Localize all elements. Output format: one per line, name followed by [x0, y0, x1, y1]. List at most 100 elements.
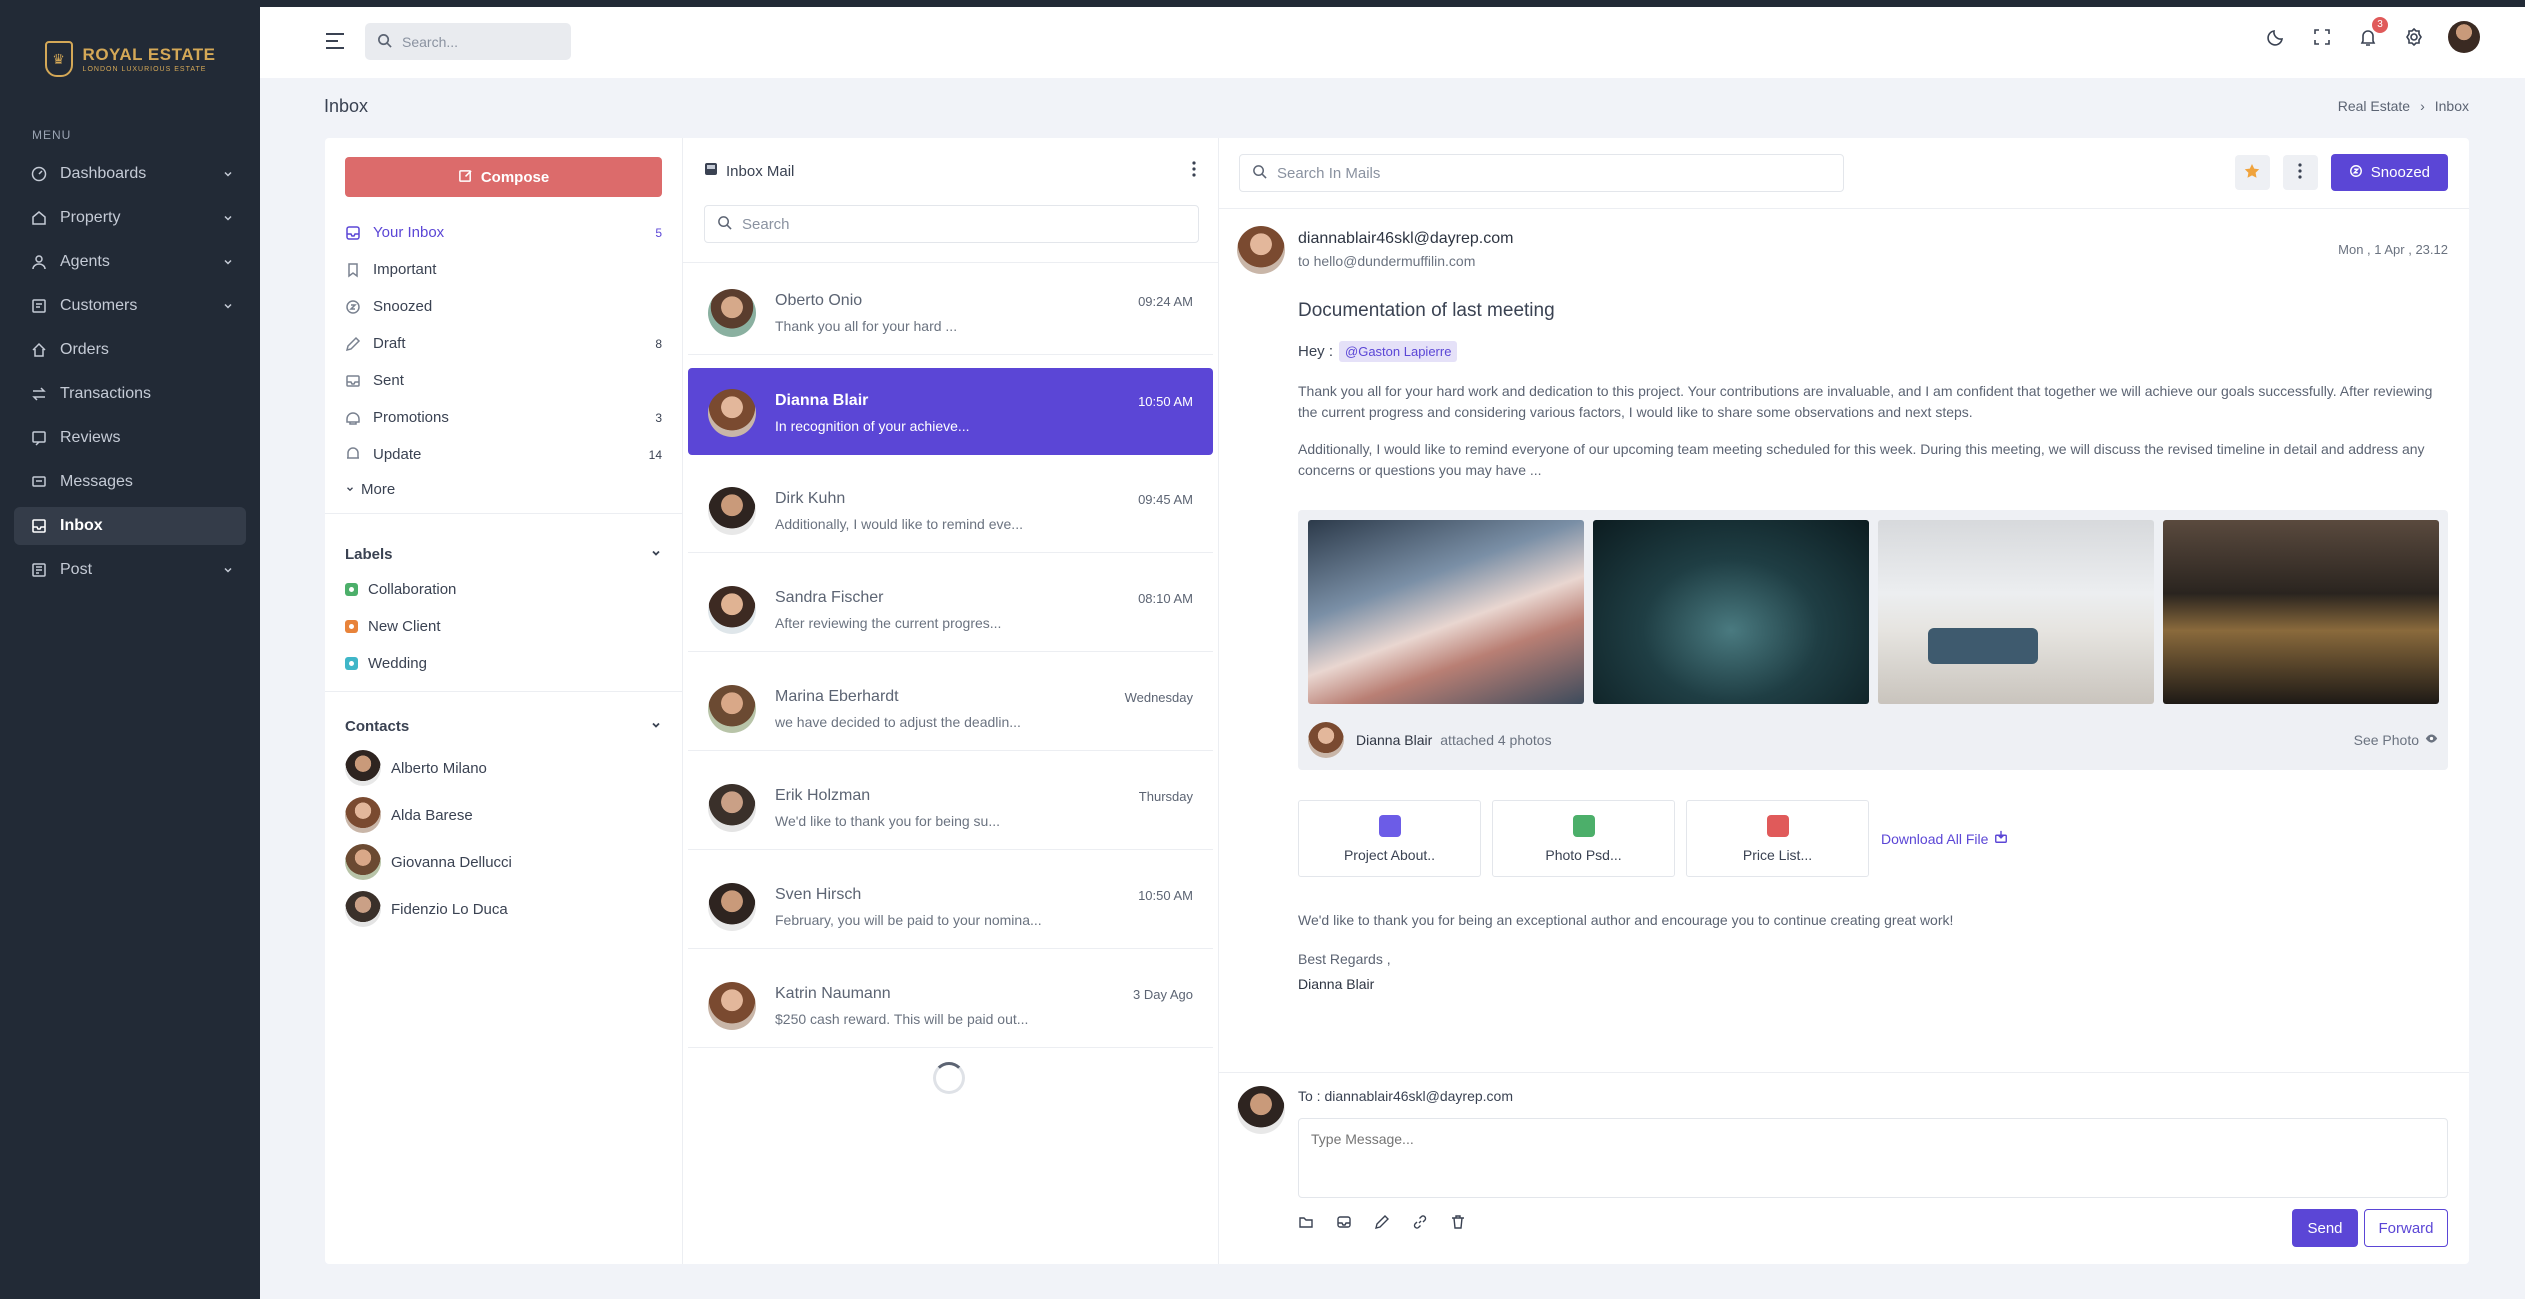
reader-search-placeholder: Search In Mails [1277, 164, 1381, 182]
label-wedding[interactable]: Wedding [345, 655, 427, 672]
sidebar-item-inbox[interactable]: Inbox [14, 507, 246, 545]
mail-list-item[interactable]: Oberto Onio Thank you all for your hard … [688, 268, 1213, 355]
sidebar-item-reviews[interactable]: Reviews [14, 419, 246, 457]
folder-icon[interactable] [1298, 1214, 1314, 1234]
mail-search-placeholder: Search [742, 215, 790, 233]
chevron-down-icon [650, 546, 662, 563]
user-avatar[interactable] [2448, 21, 2480, 53]
pen-icon[interactable] [1374, 1214, 1390, 1234]
more-folders-toggle[interactable]: More [345, 473, 662, 505]
labels-header[interactable]: Labels [345, 546, 662, 563]
document-icon [1378, 814, 1401, 837]
mail-list-item[interactable]: Dirk Kuhn Additionally, I would like to … [688, 466, 1213, 553]
brand-logo[interactable]: ♛ ROYAL ESTATE LONDON LUXURIOUS ESTATE [0, 36, 260, 82]
bell-icon[interactable]: 3 [2356, 17, 2388, 49]
mention-tag[interactable]: @Gaston Lapierre [1339, 341, 1458, 362]
contact-item[interactable]: Alda Barese [345, 797, 473, 833]
reply-message-input[interactable] [1298, 1118, 2448, 1198]
sender-avatar [708, 389, 756, 437]
contacts-header[interactable]: Contacts [345, 718, 662, 735]
fullscreen-icon[interactable] [2310, 25, 2334, 49]
trash-icon[interactable] [1450, 1214, 1466, 1234]
gallery-photo[interactable] [1878, 520, 2154, 704]
brand-name: ROYAL ESTATE [82, 44, 216, 64]
mail-time: 10:50 AM [1138, 888, 1193, 903]
download-all-link[interactable]: Download All File [1881, 830, 2008, 847]
label-text: Collaboration [368, 581, 457, 598]
search-icon [1252, 164, 1267, 183]
eye-icon [2425, 732, 2438, 748]
folders-panel: Compose Your Inbox 5 Important Snoozed D… [325, 138, 683, 1264]
more-options-button[interactable] [2282, 155, 2318, 190]
attachment-file[interactable]: Photo Psd... [1492, 800, 1675, 877]
star-button[interactable] [2234, 155, 2270, 190]
sidebar-item-messages[interactable]: Messages [14, 463, 246, 501]
mail-from: diannablair46skl@dayrep.com [1298, 230, 1514, 247]
snoozed-button[interactable]: Snoozed [2330, 154, 2448, 191]
sidebar-item-transactions[interactable]: Transactions [14, 375, 246, 413]
link-icon[interactable] [1412, 1214, 1428, 1234]
folder-your-inbox[interactable]: Your Inbox 5 [345, 214, 662, 251]
folder-snoozed[interactable]: Snoozed [345, 288, 662, 325]
sidebar-item-post[interactable]: Post [14, 551, 246, 589]
forward-button[interactable]: Forward [2364, 1209, 2448, 1247]
mail-time: Wednesday [1124, 690, 1193, 705]
folder-sent[interactable]: Sent [345, 362, 662, 399]
contact-avatar [345, 891, 381, 927]
sidebar-item-agents[interactable]: Agents [14, 243, 246, 281]
breadcrumb-item[interactable]: Real Estate [2338, 98, 2410, 114]
mail-list-item[interactable]: Sandra Fischer After reviewing the curre… [688, 565, 1213, 652]
folder-important[interactable]: Important [345, 251, 662, 288]
attachment-file[interactable]: Price List... [1686, 800, 1869, 877]
mail-preview: We'd like to thank you for being su... [775, 813, 1000, 829]
mail-list-item[interactable]: Marina Eberhardt we have decided to adju… [688, 664, 1213, 751]
send-button[interactable]: Send [2292, 1209, 2358, 1247]
sidebar-item-orders[interactable]: Orders [14, 331, 246, 369]
contact-item[interactable]: Giovanna Dellucci [345, 844, 512, 880]
compose-button[interactable]: Compose [345, 157, 662, 197]
folder-draft[interactable]: Draft 8 [345, 325, 662, 362]
gear-icon[interactable] [2402, 25, 2426, 49]
label-new-client[interactable]: New Client [345, 618, 441, 635]
gallery-photo[interactable] [2163, 520, 2439, 704]
sender-avatar [708, 586, 756, 634]
folder-update[interactable]: Update 14 [345, 436, 662, 473]
label-color-icon [345, 657, 358, 670]
inbox-card: Compose Your Inbox 5 Important Snoozed D… [325, 138, 2469, 1264]
archive-icon[interactable] [1336, 1214, 1352, 1234]
mail-list-item[interactable]: Katrin Naumann $250 cash reward. This wi… [688, 961, 1213, 1048]
top-search[interactable]: Search... [365, 23, 571, 60]
folder-promotions[interactable]: Promotions 3 [345, 399, 662, 436]
gallery-photo[interactable] [1308, 520, 1584, 704]
more-vertical-icon[interactable] [1187, 161, 1201, 181]
folder-count: 3 [655, 410, 662, 425]
compose-icon [458, 168, 473, 187]
contact-name: Giovanna Dellucci [391, 853, 512, 871]
sidebar-item-label: Transactions [60, 385, 151, 402]
sidebar-item-customers[interactable]: Customers [14, 287, 246, 325]
mail-list-title: Inbox Mail [726, 162, 795, 180]
contact-item[interactable]: Fidenzio Lo Duca [345, 891, 508, 927]
gallery-photo[interactable] [1593, 520, 1869, 704]
folder-label: Snoozed [373, 298, 433, 315]
mail-list-item[interactable]: Erik Holzman We'd like to thank you for … [688, 763, 1213, 850]
sidebar-item-label: Orders [60, 341, 109, 358]
sidebar-item-label: Reviews [60, 429, 121, 446]
mail-list-item[interactable]: Sven Hirsch February, you will be paid t… [688, 862, 1213, 949]
menu-title: MENU [32, 128, 72, 142]
sidebar-item-property[interactable]: Property [14, 199, 246, 237]
label-collaboration[interactable]: Collaboration [345, 581, 456, 598]
contact-name: Alda Barese [391, 806, 473, 824]
label-color-icon [345, 583, 358, 596]
mail-list-item-selected[interactable]: Dianna Blair In recognition of your achi… [688, 368, 1213, 455]
mail-paragraph: Thank you all for your hard work and ded… [1298, 383, 2433, 420]
mail-search-input[interactable]: Search [704, 205, 1199, 243]
menu-toggle-icon[interactable] [324, 31, 346, 55]
sidebar-item-dashboards[interactable]: Dashboards [14, 155, 246, 193]
sidebar: ♛ ROYAL ESTATE LONDON LUXURIOUS ESTATE M… [0, 0, 260, 1299]
attachment-file[interactable]: Project About.. [1298, 800, 1481, 877]
moon-icon[interactable] [2264, 25, 2288, 49]
contact-item[interactable]: Alberto Milano [345, 750, 487, 786]
reader-search-input[interactable]: Search In Mails [1239, 154, 1844, 192]
see-photo-link[interactable]: See Photo [2354, 732, 2438, 748]
